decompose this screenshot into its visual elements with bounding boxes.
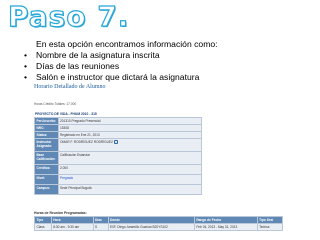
- intro-lead: En esta opción encontramos información c…: [36, 39, 218, 49]
- instructor-cell: OMAR F. RODRÍGUEZ RODRÍGUEZ: [57, 138, 202, 152]
- row-label: Peri.Inscrito:: [34, 117, 59, 125]
- table-cell: Teórica: [256, 223, 284, 231]
- column-header: Tipo Sesi: [256, 216, 284, 224]
- bullet-icon: •: [24, 72, 28, 82]
- row-label: NRC:: [34, 124, 59, 132]
- column-header: Días: [92, 216, 109, 224]
- table-header-row: Tipo Hora Días Dónde Rango de Fecha Tipo…: [34, 216, 284, 224]
- meetings-title: Horas de Reunión Programadas:: [34, 211, 87, 215]
- column-header: Tipo: [34, 216, 52, 224]
- row-label: Campus:: [34, 184, 59, 195]
- table-cell: S: [92, 223, 109, 231]
- column-header: Rango de Fecha: [193, 216, 258, 224]
- table-cell: Class: [34, 223, 52, 231]
- row-value: 15308: [57, 124, 202, 132]
- table-row: Base Calificación: Calificación Estandar: [34, 151, 202, 165]
- column-header: Dónde: [107, 216, 195, 224]
- row-value: Registrado en Ene 21, 2013: [57, 131, 202, 139]
- row-label: Base Calificación:: [34, 151, 59, 165]
- meetings-table: Tipo Hora Días Dónde Rango de Fecha Tipo…: [34, 216, 284, 231]
- row-label: Instructor Asignado:: [34, 138, 59, 152]
- column-header: Hora: [50, 216, 94, 224]
- row-value: 2.000: [57, 164, 202, 175]
- row-value: 201310 Pregrado Presencial: [57, 117, 202, 125]
- table-row: Campus: Sede Principal Bogotá: [34, 184, 202, 195]
- instructor-name[interactable]: OMAR F. RODRÍGUEZ RODRÍGUEZ: [60, 140, 113, 144]
- row-label: Status:: [34, 131, 59, 139]
- table-row: Peri.Inscrito: 201310 Pregrado Presencial: [34, 117, 202, 125]
- bullet-icon: •: [24, 61, 28, 71]
- schedule-title: Horario Detallado de Alumno: [34, 84, 106, 90]
- credit-hours-total: Horas Crédito Totales: 17.000: [34, 102, 77, 106]
- table-row: NRC: 15308: [34, 124, 202, 132]
- row-value: Sede Principal Bogotá: [57, 184, 202, 195]
- course-info-table: Peri.Inscrito: 201310 Pregrado Presencial…: [34, 117, 202, 195]
- table-row: Nivel: Pregrado: [34, 174, 202, 185]
- intro-list: • Nombre de la asignatura inscrita • Días …: [24, 50, 314, 83]
- bullet-icon: •: [24, 50, 28, 60]
- intro-list-item: • Días de las reuniones: [24, 61, 120, 71]
- table-cell: E0F, Diego Jaramillo Guarían B20YS102: [107, 223, 195, 231]
- row-label: Créditos:: [34, 164, 59, 175]
- row-value: Calificación Estandar: [57, 151, 202, 165]
- row-label: Nivel:: [34, 174, 59, 185]
- table-row: Créditos: 2.000: [34, 164, 202, 175]
- intro-text: En esta opción encontramos información c…: [24, 39, 314, 83]
- table-cell: 8:30 am - 9:30 am: [50, 223, 94, 231]
- table-row: Class 8:30 am - 9:30 am S E0F, Diego Jar…: [34, 223, 284, 231]
- page-title: Paso 7.: [7, 0, 130, 33]
- table-row: Status: Registrado en Ene 21, 2013: [34, 131, 202, 139]
- level-link[interactable]: Pregrado: [57, 174, 202, 185]
- intro-list-item: • Nombre de la asignatura inscrita: [24, 50, 160, 60]
- intro-list-item: • Salón e instructor que dictará la asign…: [24, 72, 200, 82]
- table-cell: Feb 04, 2013 - May 31, 2013: [193, 223, 258, 231]
- email-icon[interactable]: [113, 140, 118, 145]
- table-row: Instructor Asignado: OMAR F. RODRÍGUEZ RO…: [34, 138, 202, 152]
